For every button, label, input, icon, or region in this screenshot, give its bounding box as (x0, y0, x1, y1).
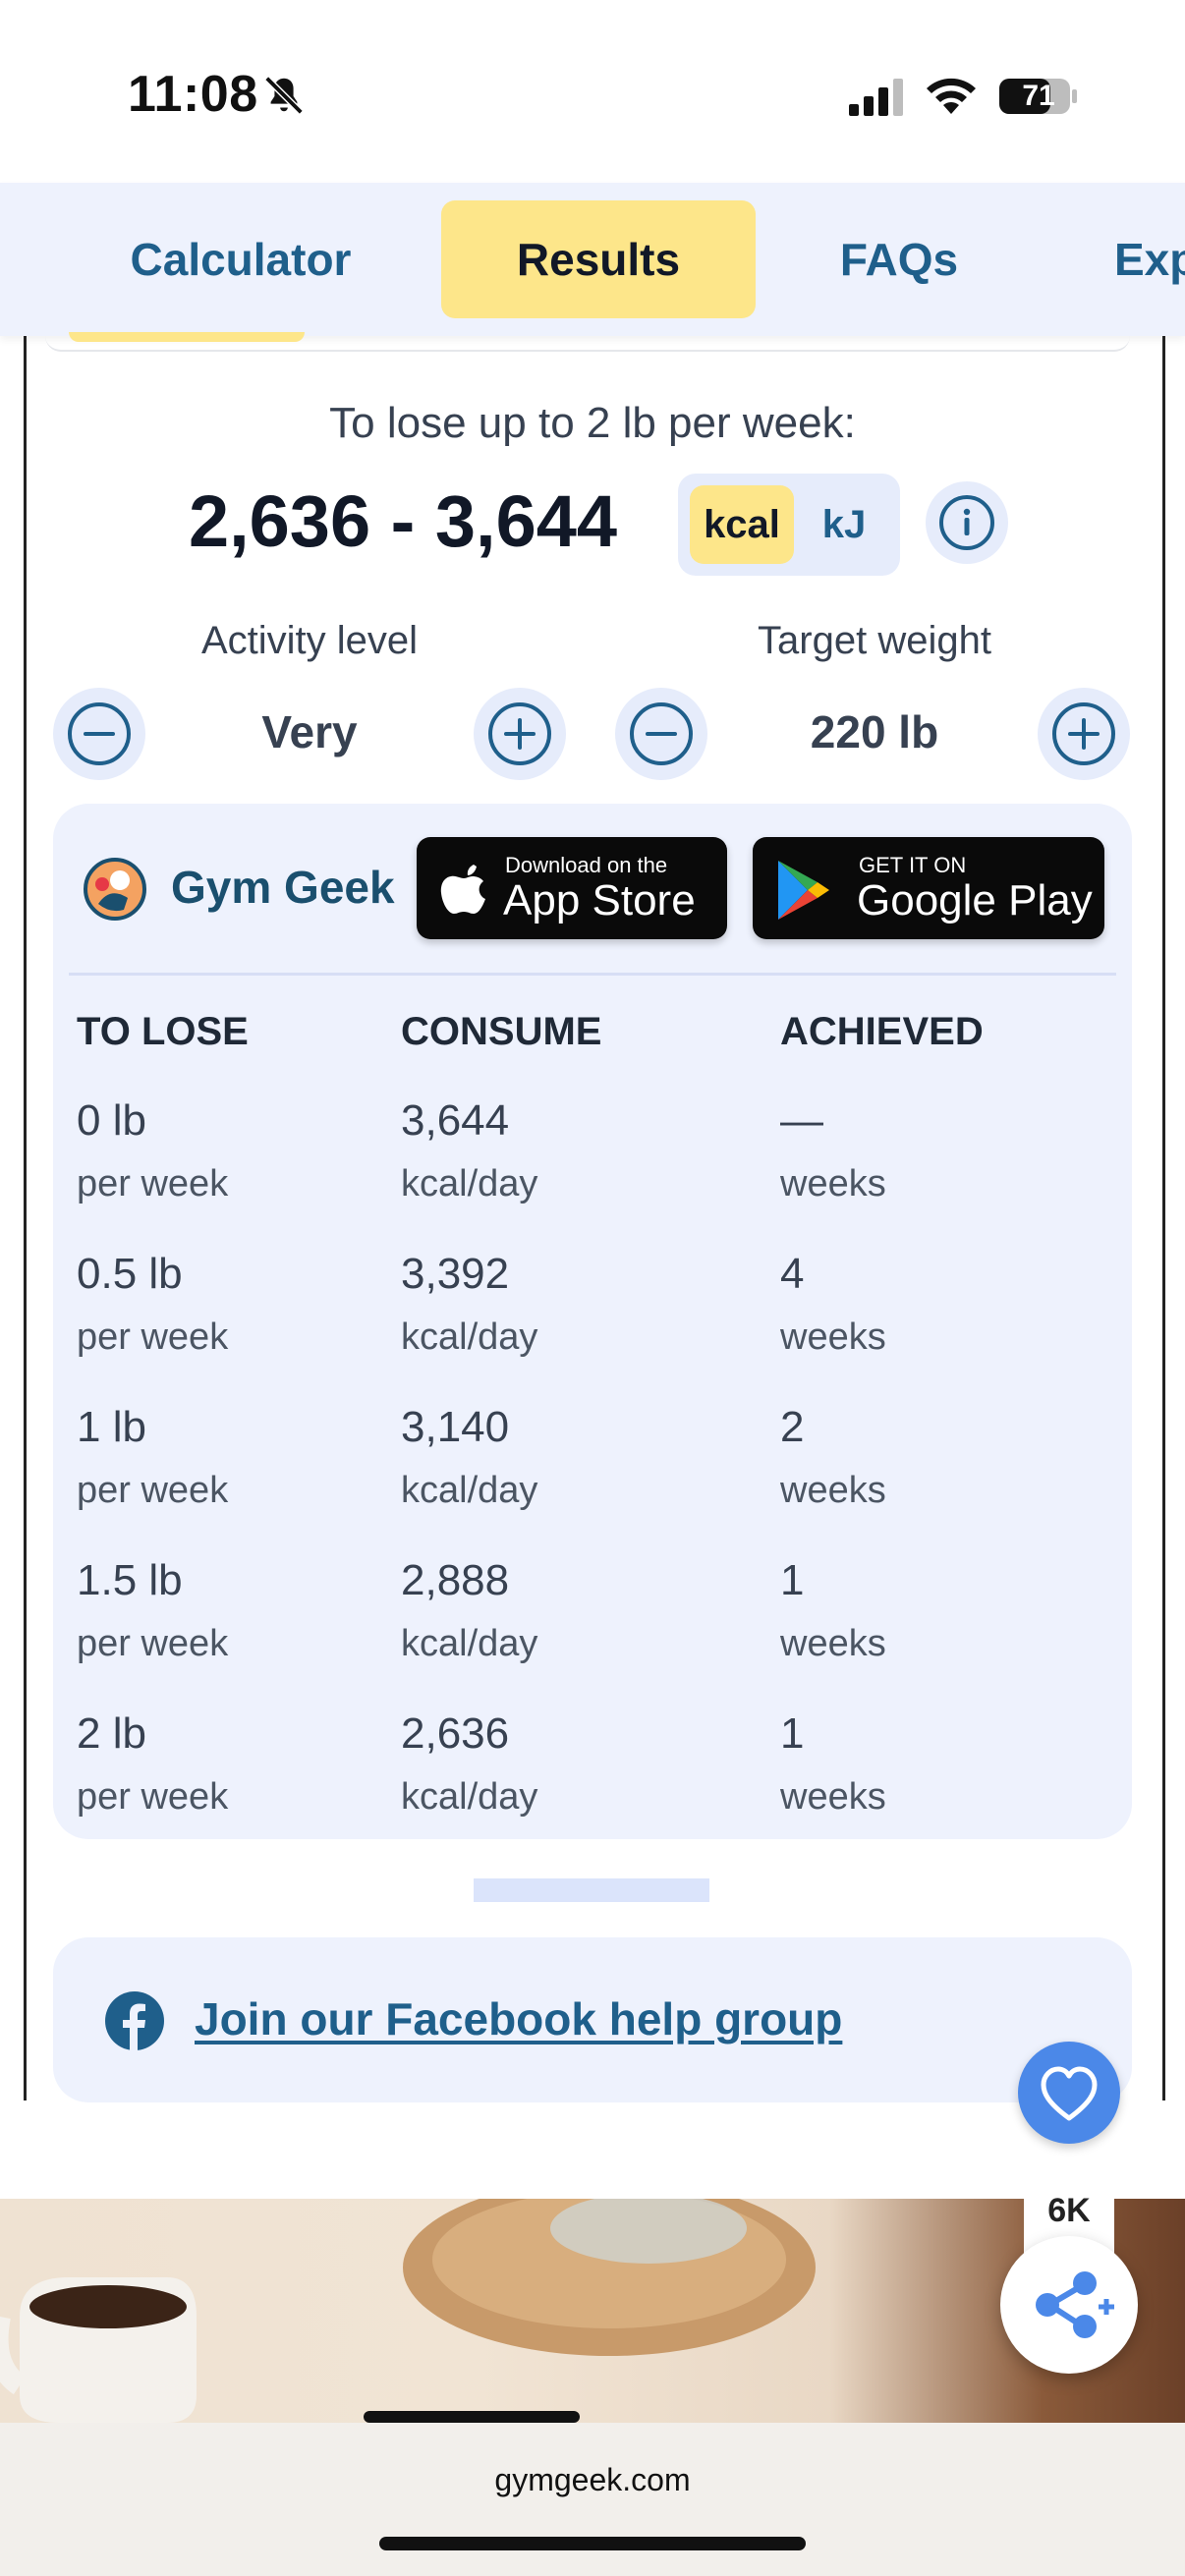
horizontal-scroll-indicator[interactable] (474, 1878, 709, 1902)
status-bar: 11:08 71 (0, 0, 1185, 183)
home-indicator[interactable] (379, 2537, 806, 2550)
activity-decrease-button[interactable] (53, 688, 145, 780)
facebook-group-link[interactable]: Join our Facebook help group (195, 1992, 842, 2045)
row-consume-unit: kcal/day (401, 1163, 538, 1204)
tab-faqs[interactable]: FAQs (776, 200, 1022, 318)
app-store-badge[interactable]: Download on the App Store (417, 837, 727, 939)
section-tabs: Calculator Results FAQs Exp (0, 183, 1185, 336)
wifi-icon (927, 78, 976, 114)
activity-level-value: Very (261, 706, 358, 757)
google-play-badge[interactable]: GET IT ON Google Play (753, 837, 1104, 939)
google-play-icon (778, 861, 829, 920)
google-play-big-text: Google Play (857, 876, 1093, 924)
plus-circle-icon (1052, 702, 1115, 765)
row-consume-unit: kcal/day (401, 1776, 538, 1818)
battery-level: 71 (1022, 80, 1055, 112)
target-weight-value: 220 lb (810, 706, 939, 757)
row-consume-value: 3,140 (401, 1403, 510, 1451)
info-icon (939, 495, 994, 550)
bell-muted-icon (264, 76, 304, 115)
row-lose-amount: 1 lb (77, 1403, 146, 1451)
row-lose-amount: 0.5 lb (77, 1250, 183, 1298)
brand-name: Gym Geek (171, 862, 395, 913)
previous-card-highlight (69, 332, 305, 342)
row-lose-amount: 2 lb (77, 1709, 146, 1758)
favorite-button[interactable] (1018, 2042, 1120, 2144)
row-lose-unit: per week (77, 1623, 229, 1664)
header-to-lose: TO LOSE (77, 1010, 249, 1053)
row-consume-unit: kcal/day (401, 1623, 538, 1664)
row-consume-value: 3,644 (401, 1096, 510, 1145)
row-consume-unit: kcal/day (401, 1316, 538, 1358)
target-decrease-button[interactable] (615, 688, 707, 780)
minus-circle-icon (630, 702, 693, 765)
row-achieved-unit: weeks (780, 1163, 886, 1204)
row-consume-unit: kcal/day (401, 1470, 538, 1511)
row-consume-value: 2,636 (401, 1709, 510, 1758)
status-time: 11:08 (128, 66, 258, 123)
header-achieved: ACHIEVED (780, 1010, 984, 1053)
header-consume: CONSUME (401, 1010, 602, 1053)
google-play-small-text: GET IT ON (859, 853, 967, 877)
tab-calculator[interactable]: Calculator (59, 200, 423, 318)
row-lose-unit: per week (77, 1316, 229, 1358)
goal-label: To lose up to 2 lb per week: (329, 399, 856, 447)
row-achieved-unit: weeks (780, 1316, 886, 1358)
row-lose-amount: 0 lb (77, 1096, 146, 1145)
unit-kj-button[interactable]: kJ (800, 485, 888, 564)
unit-toggle: kcal kJ (678, 474, 900, 576)
row-achieved-value: 4 (780, 1250, 805, 1298)
target-weight-label: Target weight (758, 619, 991, 662)
row-lose-unit: per week (77, 1470, 229, 1511)
calorie-range: 2,636 - 3,644 (188, 480, 618, 562)
browser-url[interactable]: gymgeek.com (0, 2462, 1185, 2498)
row-consume-value: 3,392 (401, 1250, 510, 1298)
tab-explained[interactable]: Exp (1114, 200, 1185, 318)
share-button[interactable] (1000, 2236, 1138, 2374)
row-lose-amount: 1.5 lb (77, 1556, 183, 1604)
activity-increase-button[interactable] (474, 688, 566, 780)
row-consume-value: 2,888 (401, 1556, 510, 1604)
cellular-signal-icon (849, 79, 903, 116)
row-achieved-value: 1 (780, 1709, 805, 1758)
row-achieved-value: — (780, 1096, 823, 1145)
tab-results[interactable]: Results (441, 200, 756, 318)
share-icon (1036, 2271, 1114, 2338)
card-divider (69, 973, 1116, 976)
minus-circle-icon (68, 702, 131, 765)
app-store-big-text: App Store (503, 876, 696, 924)
activity-level-label: Activity level (200, 619, 419, 662)
row-achieved-unit: weeks (780, 1623, 886, 1664)
plus-circle-icon (488, 702, 551, 765)
row-lose-unit: per week (77, 1163, 229, 1204)
target-increase-button[interactable] (1038, 688, 1130, 780)
row-achieved-value: 1 (780, 1556, 805, 1604)
unit-kcal-button[interactable]: kcal (690, 485, 794, 564)
app-store-small-text: Download on the (505, 853, 668, 877)
apple-icon (440, 865, 485, 914)
info-button[interactable] (926, 481, 1008, 564)
facebook-icon (105, 1991, 164, 2051)
heart-icon (1041, 2066, 1098, 2121)
row-achieved-value: 2 (780, 1403, 805, 1451)
row-achieved-unit: weeks (780, 1776, 886, 1818)
browser-address-bar[interactable] (0, 2423, 1185, 2576)
row-lose-unit: per week (77, 1776, 229, 1818)
gym-geek-logo-icon (84, 858, 146, 921)
row-achieved-unit: weeks (780, 1470, 886, 1511)
